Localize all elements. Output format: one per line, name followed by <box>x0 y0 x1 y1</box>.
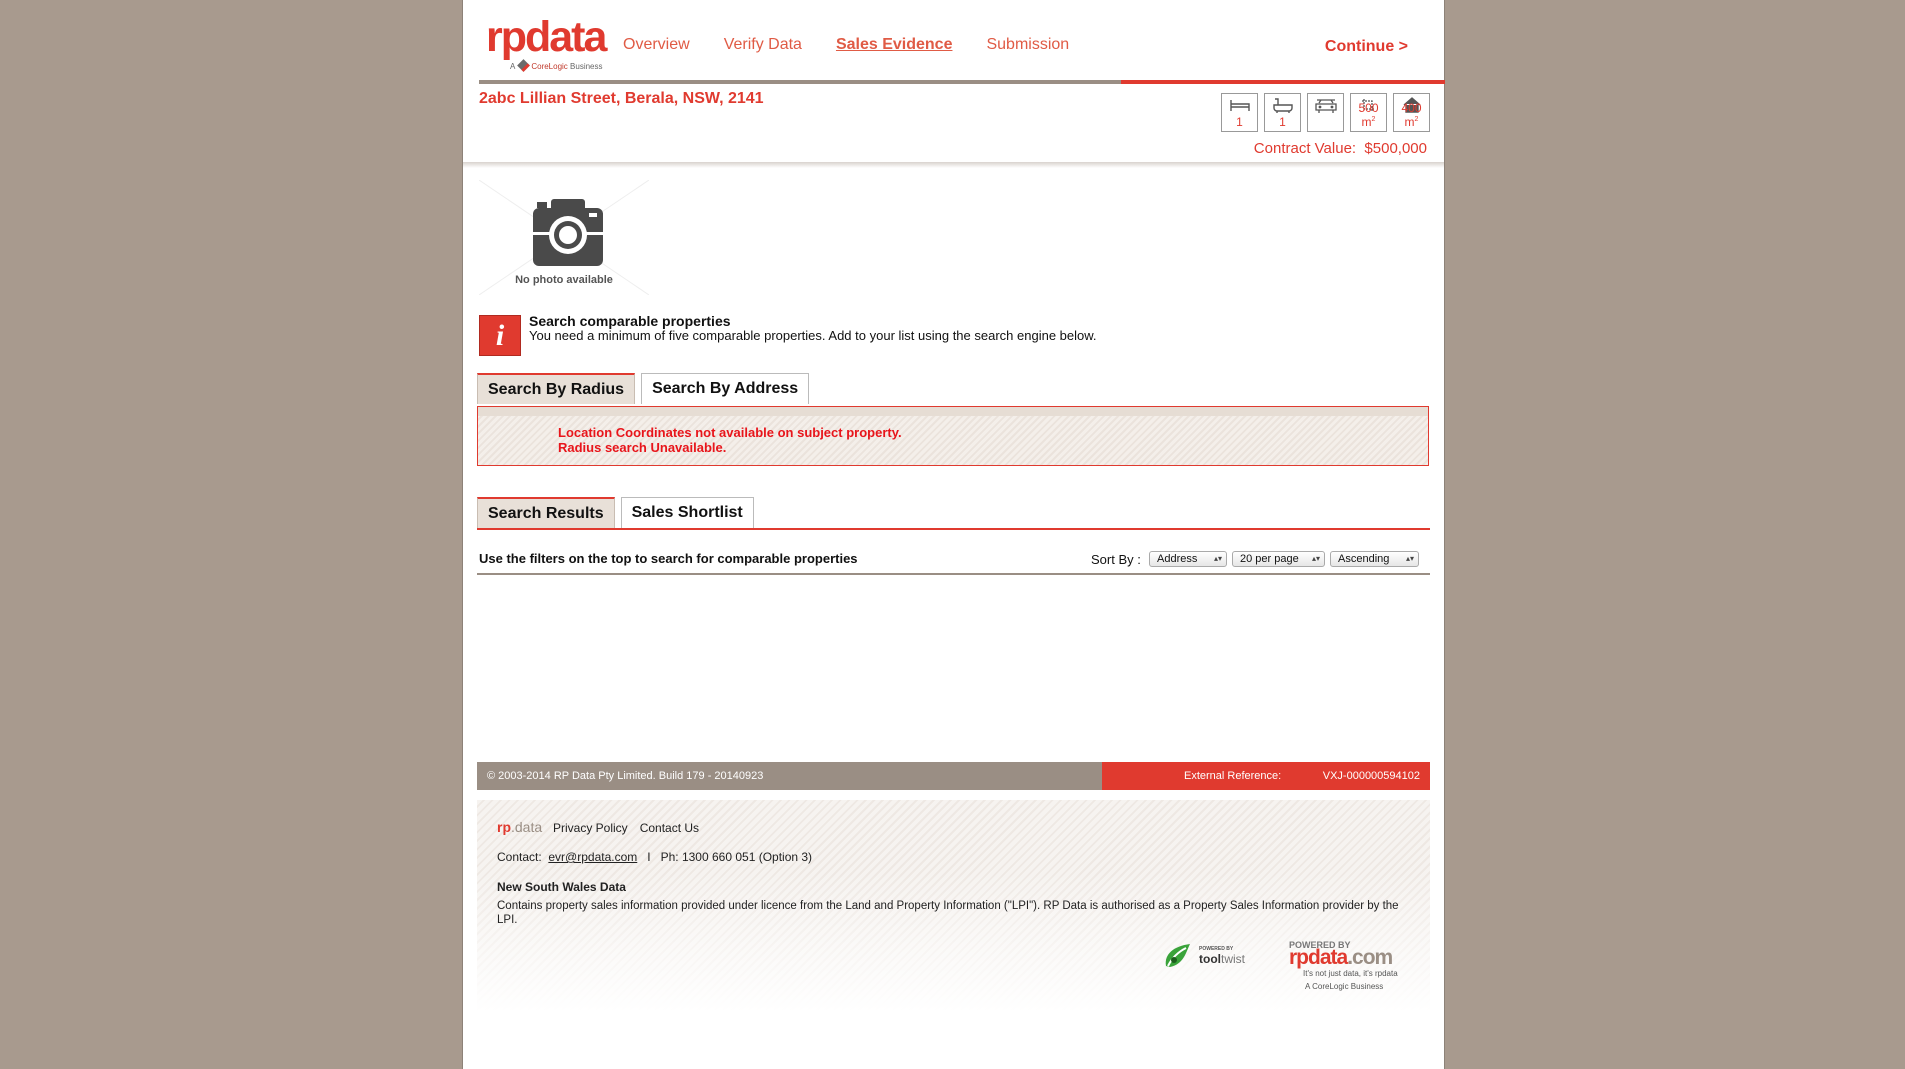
car-icon <box>1314 99 1337 113</box>
sort-order-value: Ascending <box>1338 553 1390 565</box>
contact-us-link[interactable]: Contact Us <box>640 821 699 835</box>
footer-links: Privacy Policy Contact Us <box>553 821 699 835</box>
progress-bar-grey <box>479 80 1121 84</box>
page-container: rpdata A CoreLogic Business Overview Veri… <box>462 0 1445 1069</box>
info-title: Search comparable properties <box>529 313 731 329</box>
no-photo-caption: No photo available <box>515 274 613 286</box>
tab-search-by-radius[interactable]: Search By Radius <box>477 373 636 404</box>
footer-logo-data: .data <box>511 819 543 835</box>
floor-area-sup: 2 <box>1414 116 1419 123</box>
carspaces-attribute <box>1307 93 1344 132</box>
contract-value: Contract Value: $500,000 <box>1254 140 1427 157</box>
select-arrows-icon: ▴▾ <box>1311 554 1320 563</box>
rpdata-logo[interactable]: rpdata A CoreLogic Business <box>486 16 611 74</box>
property-photo-placeholder: No photo available <box>479 180 649 295</box>
per-page-select[interactable]: 20 per page ▴▾ <box>1232 551 1325 567</box>
external-reference-label: External Reference: <box>1184 770 1282 782</box>
land-area-attribute: 500 m2 <box>1350 93 1387 132</box>
tooltwist-logo[interactable]: POWERED BY tooltwist <box>1162 940 1257 974</box>
nsw-data-title: New South Wales Data <box>497 880 626 894</box>
external-reference-value: VXJ-000000594102 <box>1322 770 1420 782</box>
select-arrows-icon: ▴▾ <box>1213 554 1222 563</box>
property-attributes: 1 1 500 m2 400 m2 <box>1221 93 1430 132</box>
footer-contact: Contact: evr@rpdata.com I Ph: 1300 660 051… <box>497 850 812 864</box>
panel-top-stripe <box>478 407 1428 416</box>
per-page-value: 20 per page <box>1240 553 1299 565</box>
bedrooms-value: 1 <box>1236 115 1243 129</box>
bed-icon <box>1229 100 1250 111</box>
select-arrows-icon: ▴▾ <box>1405 554 1414 563</box>
bath-icon <box>1272 98 1293 113</box>
floor-area-value: 400 m2 <box>1394 101 1429 129</box>
logo-tagline: A CoreLogic Business <box>510 59 603 72</box>
bedrooms-attribute: 1 <box>1221 93 1258 132</box>
contact-label: Contact: <box>497 850 542 864</box>
bathrooms-value: 1 <box>1279 115 1286 129</box>
logo-wordmark: rpdata <box>486 13 607 61</box>
contract-label: Contract Value: <box>1253 140 1357 157</box>
tooltwist-wordmark-tool: tool <box>1199 952 1221 966</box>
contact-email-link[interactable]: evr@rpdata.com <box>548 850 637 864</box>
sort-field-select[interactable]: Address ▴▾ <box>1149 551 1227 567</box>
bathrooms-attribute: 1 <box>1264 93 1301 132</box>
corelogic-cube-icon <box>517 59 531 72</box>
copyright-bar: © 2003-2014 RP Data Pty Limited. Build 1… <box>477 762 1102 790</box>
search-tabs: Search By Radius Search By Address <box>477 373 810 404</box>
tooltwist-wordmark-twist: twist <box>1221 952 1245 966</box>
logo-sub-business: Business <box>570 62 603 71</box>
footer-logo[interactable]: rp.data <box>497 819 542 835</box>
external-reference-bar: External Reference: VXJ-000000594102 <box>1102 762 1430 790</box>
sort-order-select[interactable]: Ascending ▴▾ <box>1330 551 1419 567</box>
tab-search-results[interactable]: Search Results <box>477 497 615 528</box>
rpdata-wordmark-b: .com <box>1347 946 1393 969</box>
rpdata-tagline: It's not just data, it's rpdata <box>1303 969 1398 978</box>
nsw-data-text: Contains property sales information prov… <box>497 900 1399 926</box>
footer-logo-rp: rp <box>497 819 511 835</box>
logo-sub-a: A <box>510 62 516 71</box>
floor-area-attribute: 400 m2 <box>1393 93 1430 132</box>
contract-amount: $500,000 <box>1364 140 1427 157</box>
results-divider <box>477 573 1430 575</box>
land-area-text: 500 m <box>1358 101 1379 129</box>
nav-sales-evidence[interactable]: Sales Evidence <box>836 36 953 54</box>
results-instructions: Use the filters on the top to search for… <box>479 551 858 566</box>
tooltwist-leaf-icon <box>1165 944 1190 967</box>
coordinates-error: Location Coordinates not available on su… <box>558 425 902 440</box>
info-text: You need a minimum of five comparable pr… <box>529 328 1097 343</box>
rpdata-com-wordmark: rpdata.com <box>1289 946 1393 970</box>
floor-area-text: 400 m <box>1401 101 1422 129</box>
rpdata-wordmark-a: rpdata <box>1289 946 1348 969</box>
contact-phone: Ph: 1300 660 051 (Option 3) <box>660 850 813 864</box>
tab-sales-shortlist[interactable]: Sales Shortlist <box>620 497 754 528</box>
progress-bar-red <box>1121 80 1445 84</box>
results-tab-underline <box>477 528 1430 530</box>
tab-search-by-address[interactable]: Search By Address <box>641 373 810 404</box>
main-nav: Overview Verify Data Sales Evidence Subm… <box>623 36 1069 54</box>
sort-by-label: Sort By : <box>1091 552 1141 567</box>
privacy-policy-link[interactable]: Privacy Policy <box>553 821 628 835</box>
info-icon: i <box>479 315 521 356</box>
site-footer: rp.data Privacy Policy Contact Us Contac… <box>477 800 1430 1012</box>
land-area-value: 500 m2 <box>1351 101 1386 129</box>
nav-submission[interactable]: Submission <box>986 36 1069 54</box>
nav-verify-data[interactable]: Verify Data <box>724 36 802 54</box>
contact-separator: I <box>647 850 651 864</box>
radius-search-panel: Location Coordinates not available on su… <box>477 406 1429 466</box>
sort-field-value: Address <box>1157 553 1198 565</box>
nav-overview[interactable]: Overview <box>623 36 690 54</box>
continue-button[interactable]: Continue > <box>1325 38 1408 56</box>
property-address: 2abc Lillian Street, Berala, NSW, 2141 <box>479 90 764 107</box>
header-divider <box>463 162 1444 168</box>
rpdata-corelogic-line: A CoreLogic Business <box>1305 982 1384 991</box>
logo-sub-corelogic: CoreLogic <box>531 62 568 71</box>
tooltwist-wordmark: tooltwist <box>1199 952 1245 966</box>
radius-unavailable-error: Radius search Unavailable. <box>558 440 727 455</box>
results-tabs: Search Results Sales Shortlist <box>477 497 754 528</box>
rpdata-com-logo[interactable]: POWERED BY rpdata.com It's not just data… <box>1289 940 1419 1000</box>
land-area-sup: 2 <box>1371 116 1376 123</box>
